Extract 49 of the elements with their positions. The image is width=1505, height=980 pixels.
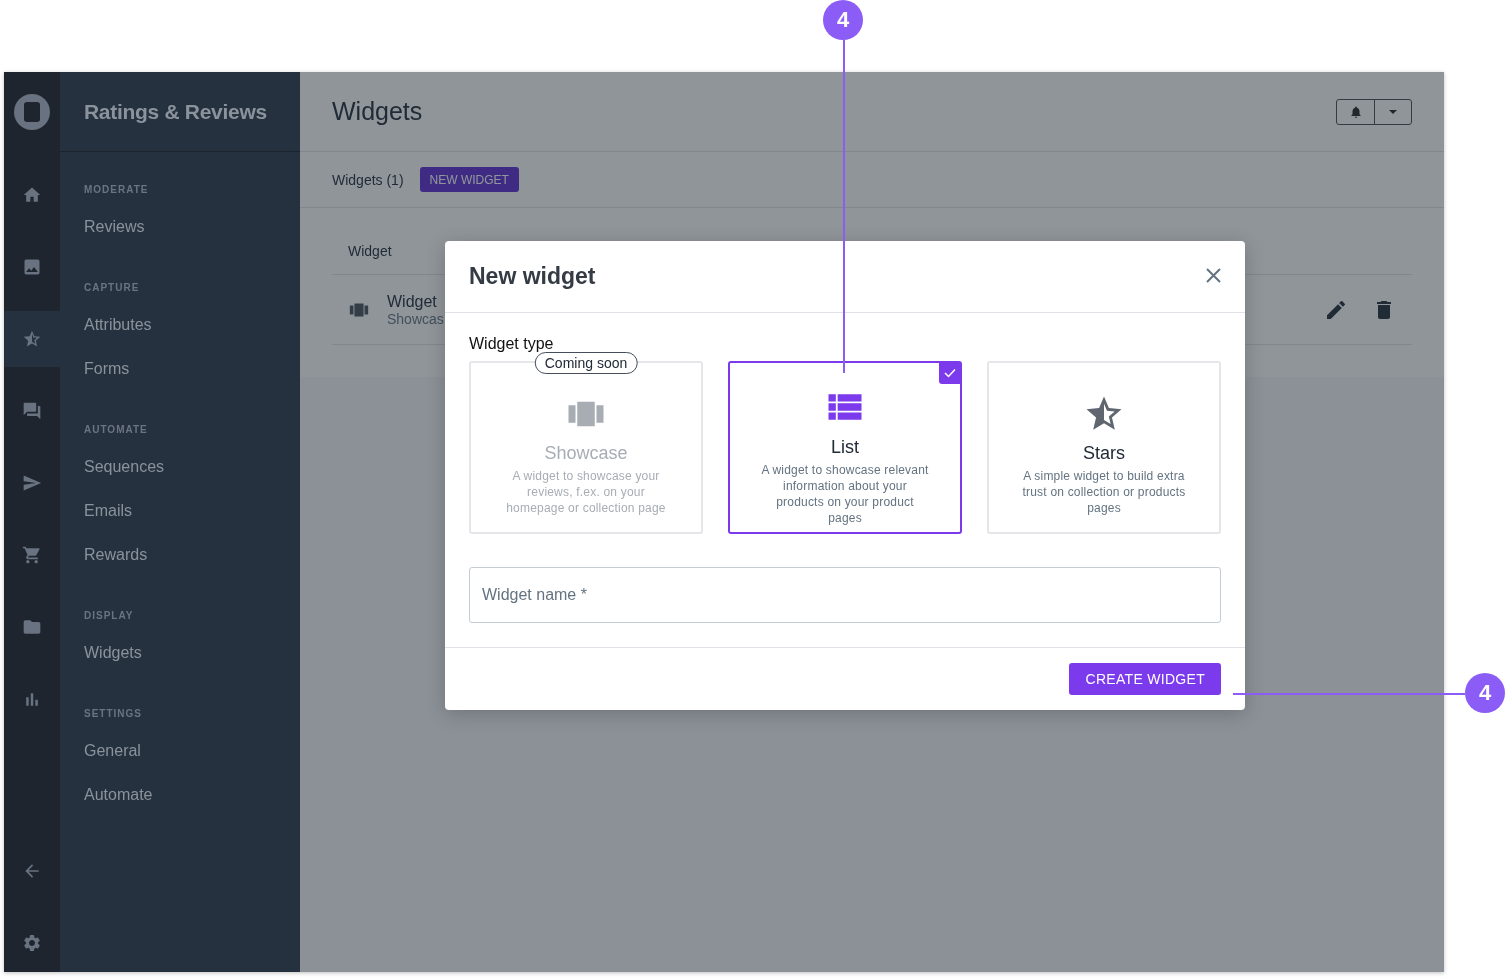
callout-badge: 4: [1465, 673, 1505, 713]
status-badge: Coming soon: [534, 352, 638, 374]
create-widget-button[interactable]: CREATE WIDGET: [1069, 663, 1221, 695]
card-description: A widget to showcase relevant information about your products on your product pages: [760, 462, 930, 526]
section-heading: DISPLAY: [83, 609, 135, 623]
widget-type-card[interactable]: Stars A simple widget to build extra trust on collection or products pages: [987, 361, 1221, 534]
section-heading: CAPTURE: [83, 281, 141, 295]
card-title: Showcase: [544, 443, 628, 464]
rail-button[interactable]: [4, 311, 60, 367]
widget-name-field[interactable]: Widget name *: [469, 567, 1221, 623]
section-label: Widget type: [469, 335, 555, 353]
caret-icon: [1389, 109, 1397, 114]
image-icon: [22, 257, 42, 277]
close-icon: [1206, 267, 1221, 283]
bell-icon: [1348, 104, 1363, 119]
modal-title: New widget: [469, 263, 596, 290]
section-heading: SETTINGS: [83, 707, 143, 721]
card-title: List: [831, 437, 859, 458]
settings-icon: [22, 933, 42, 953]
page-title: Widgets: [332, 97, 423, 126]
callout-badge: 4: [823, 0, 863, 40]
widget-type-card[interactable]: List A widget to showcase relevant information about your products on your product pages: [728, 361, 962, 534]
sidebar-item[interactable]: Sequences: [84, 458, 165, 476]
column-header: Widget: [348, 243, 392, 259]
sidebar-item[interactable]: Rewards: [84, 546, 148, 564]
sidebar-item[interactable]: Widgets: [84, 644, 142, 662]
sidebar-item[interactable]: Attributes: [84, 316, 152, 334]
logo-icon: [14, 94, 50, 130]
new-widget-button[interactable]: NEW WIDGET: [419, 167, 519, 192]
widget-name: Widget: [387, 292, 438, 311]
cart-icon: [22, 545, 42, 565]
widget-type: Showcas: [387, 310, 444, 327]
folder-icon: [22, 617, 42, 637]
star-icon: [22, 329, 42, 349]
section-heading: MODERATE: [83, 183, 150, 197]
send-icon: [22, 473, 42, 493]
card-title: Stars: [1083, 443, 1125, 464]
sidebar-item[interactable]: Automate: [84, 786, 153, 804]
widget-count: Widgets (1): [332, 171, 404, 188]
chat-icon: [22, 401, 42, 421]
check-icon: [944, 368, 956, 378]
sidebar-item[interactable]: Forms: [84, 360, 130, 378]
card-description: A simple widget to build extra trust on collection or products pages: [1021, 468, 1187, 516]
sidebar-item[interactable]: Reviews: [84, 218, 145, 236]
card-description: A widget to showcase your reviews, f.ex. on your homepage or collection page: [505, 468, 667, 516]
section-heading: AUTOMATE: [83, 423, 149, 437]
sidebar-item[interactable]: General: [84, 742, 141, 760]
sidebar-item[interactable]: Emails: [84, 502, 132, 520]
home-icon: [22, 185, 42, 205]
